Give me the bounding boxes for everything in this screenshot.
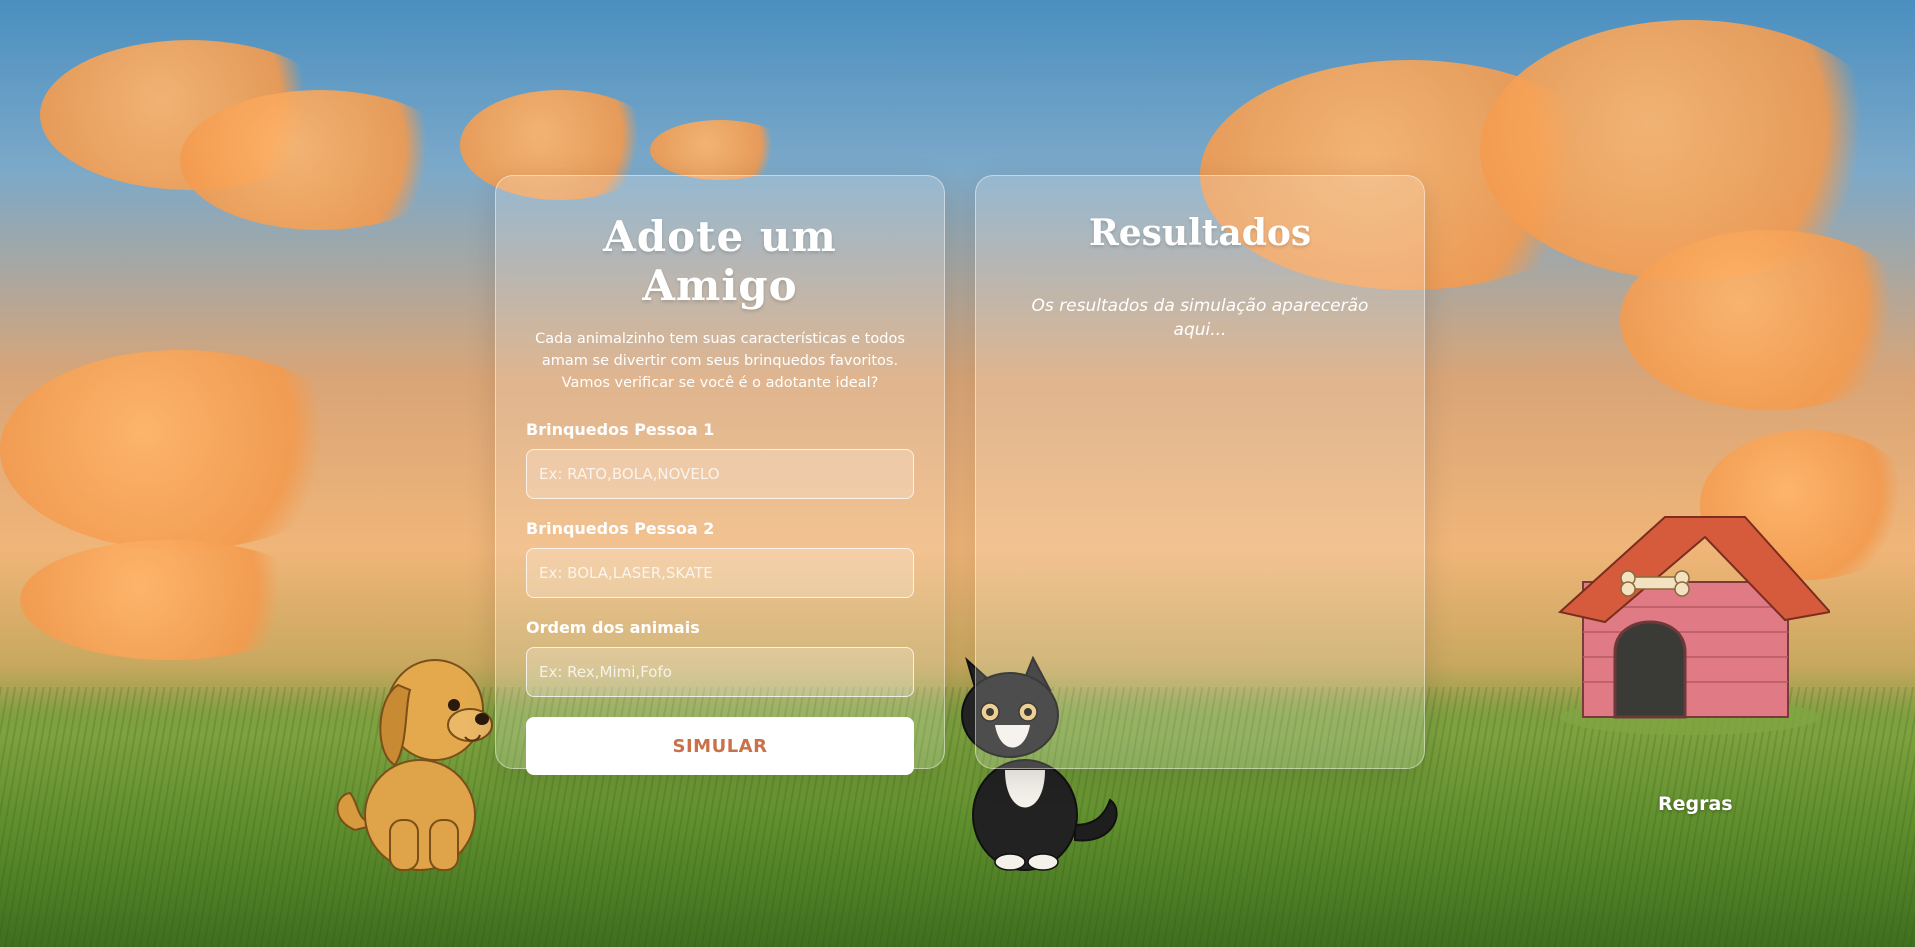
form-title: Adote um Amigo [603,212,837,310]
simulate-button[interactable]: SIMULAR [526,717,914,775]
form-subtitle: Cada animalzinho tem suas característica… [535,331,905,391]
doghouse-illustration [1557,516,1830,735]
toys-person-1-field: Brinquedos Pessoa 1 [526,420,914,499]
toys-person-2-field: Brinquedos Pessoa 2 [526,519,914,598]
results-title: Resultados [1088,212,1312,254]
toys-person-2-label: Brinquedos Pessoa 2 [526,519,715,538]
toys-person-2-input[interactable] [526,548,914,598]
adoption-form-panel: Adote um Amigo Cada animalzinho tem suas… [495,175,945,775]
results-panel: Resultados Os resultados da simulação ap… [975,175,1425,769]
animal-order-label: Ordem dos animais [526,618,700,637]
rules-link[interactable]: Regras [1658,793,1733,815]
toys-person-1-label: Brinquedos Pessoa 1 [526,420,715,439]
results-empty-message: Os resultados da simulação aparecerão aq… [1031,296,1369,340]
toys-person-1-input[interactable] [526,449,914,499]
animal-order-field: Ordem dos animais [526,618,914,697]
animal-order-input[interactable] [526,647,914,697]
